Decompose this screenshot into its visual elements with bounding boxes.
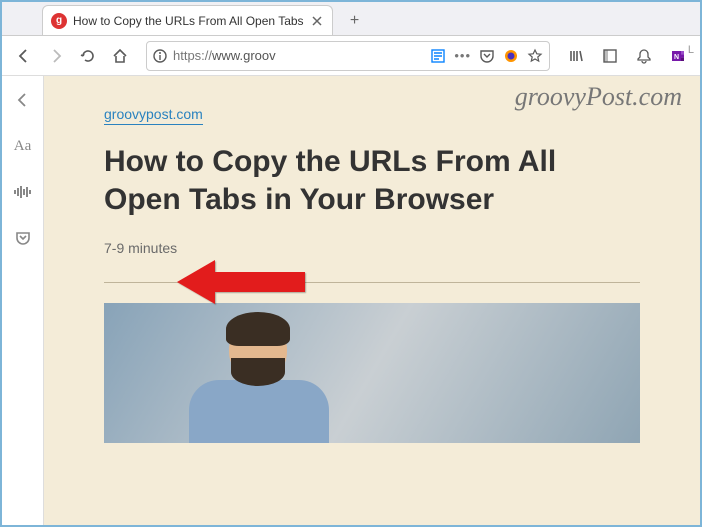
tab-title: How to Copy the URLs From All Open Tabs [73, 14, 304, 28]
save-pocket-button[interactable] [9, 224, 37, 252]
close-icon[interactable] [310, 14, 324, 28]
page-actions-icon[interactable]: ••• [454, 48, 471, 63]
url-bar[interactable]: https://www.groov ••• [146, 41, 550, 71]
typography-button[interactable]: Aa [9, 132, 37, 160]
tab-bar: g How to Copy the URLs From All Open Tab… [2, 2, 700, 36]
read-time: 7-9 minutes [104, 240, 640, 256]
svg-text:N: N [674, 54, 679, 61]
site-info-icon[interactable] [153, 49, 167, 63]
sidebar-icon[interactable] [596, 42, 624, 70]
watermark: groovyPost.com [515, 82, 682, 112]
new-tab-button[interactable]: + [341, 7, 369, 35]
notification-icon[interactable] [630, 42, 658, 70]
reader-mode-icon[interactable] [430, 48, 446, 64]
toolbar: https://www.groov ••• N [2, 36, 700, 76]
firefox-icon[interactable] [503, 48, 519, 64]
back-button[interactable] [10, 42, 38, 70]
favicon-icon: g [51, 13, 67, 29]
article-title: How to Copy the URLs From All Open Tabs … [104, 143, 640, 218]
account-badge: L [688, 44, 694, 56]
browser-tab[interactable]: g How to Copy the URLs From All Open Tab… [42, 5, 333, 35]
pocket-icon[interactable] [479, 48, 495, 64]
reader-sidebar: Aa [2, 76, 44, 525]
article-hero-image [104, 303, 640, 443]
library-icon[interactable] [562, 42, 590, 70]
url-text: https://www.groov [173, 48, 276, 63]
reader-close-button[interactable] [9, 86, 37, 114]
reader-content: groovyPost.com groovypost.com How to Cop… [44, 76, 700, 525]
divider [104, 282, 640, 283]
reload-button[interactable] [74, 42, 102, 70]
forward-button[interactable] [42, 42, 70, 70]
bookmark-star-icon[interactable] [527, 48, 543, 64]
home-button[interactable] [106, 42, 134, 70]
article-site-link[interactable]: groovypost.com [104, 106, 203, 125]
narrate-button[interactable] [9, 178, 37, 206]
